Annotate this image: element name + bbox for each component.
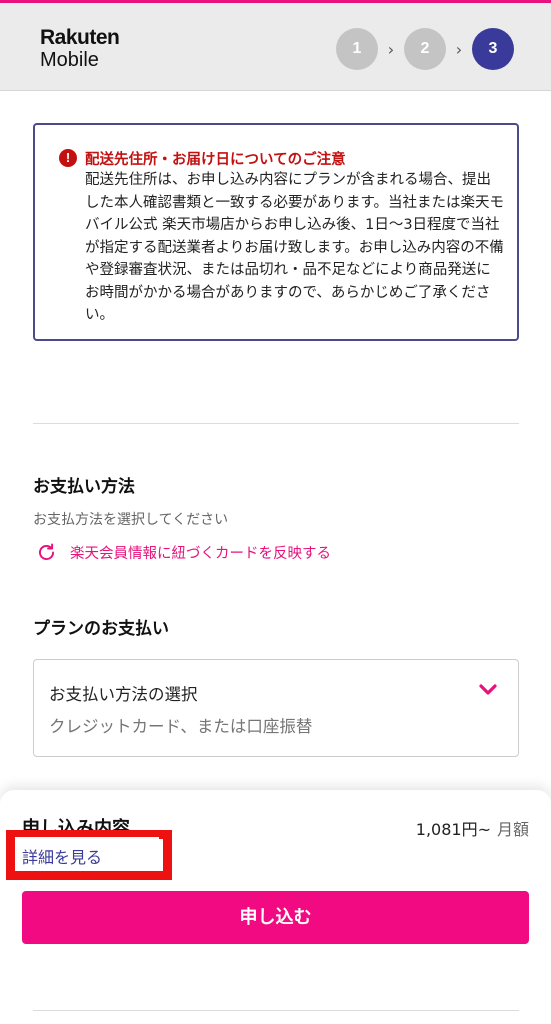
chevron-right-icon: › xyxy=(455,39,463,59)
chevron-down-icon xyxy=(479,684,497,695)
rakuten-mobile-logo[interactable]: Rakuten Mobile xyxy=(40,26,120,71)
reflect-member-card-link[interactable]: 楽天会員情報に紐づくカードを反映する xyxy=(36,542,331,563)
refresh-icon xyxy=(39,543,55,561)
app-header: Rakuten Mobile 1 › 2 › 3 xyxy=(0,3,551,91)
logo-line-1: Rakuten xyxy=(40,26,120,49)
view-details-link[interactable]: 詳細を見る xyxy=(15,837,159,867)
payment-method-select-label: お支払い方法の選択 xyxy=(49,685,198,704)
step-2: 2 xyxy=(404,28,446,70)
price-amount: 1,081円~ xyxy=(415,820,491,839)
alert-icon: ! xyxy=(59,149,77,167)
section-divider xyxy=(33,423,519,424)
payment-method-select-placeholder: クレジットカード、または口座振替 xyxy=(49,717,313,736)
delivery-notice: ! 配送先住所・お届け日についてのご注意 配送先住所は、お申し込み内容にプランが… xyxy=(33,123,519,341)
step-1: 1 xyxy=(336,28,378,70)
price-unit: 月額 xyxy=(496,820,529,839)
notice-title: 配送先住所・お届け日についてのご注意 xyxy=(85,152,346,168)
step-3-current: 3 xyxy=(472,28,514,70)
apply-button[interactable]: 申し込む xyxy=(22,891,529,944)
monthly-price: 1,081円~ 月額 xyxy=(416,816,529,840)
chevron-right-icon: › xyxy=(387,39,395,59)
order-summary-sheet: 申し込み内容 1,081円~ 月額 詳細を見る 申し込む xyxy=(0,790,551,1024)
payment-method-instruction: お支払方法を選択してください xyxy=(33,512,229,528)
notice-body: 配送先住所は、お申し込み内容にプランが含まれる場合、提出した本人確認書類と一致す… xyxy=(85,172,505,323)
step-indicator: 1 › 2 › 3 xyxy=(336,28,514,70)
reflect-member-card-label: 楽天会員情報に紐づくカードを反映する xyxy=(70,546,331,562)
plan-payment-heading: プランのお支払い xyxy=(33,619,169,639)
logo-line-2: Mobile xyxy=(40,49,99,71)
payment-method-heading: お支払い方法 xyxy=(33,477,135,497)
payment-method-select[interactable]: お支払い方法の選択 クレジットカード、または口座振替 xyxy=(33,659,519,757)
sheet-divider xyxy=(33,1010,519,1011)
